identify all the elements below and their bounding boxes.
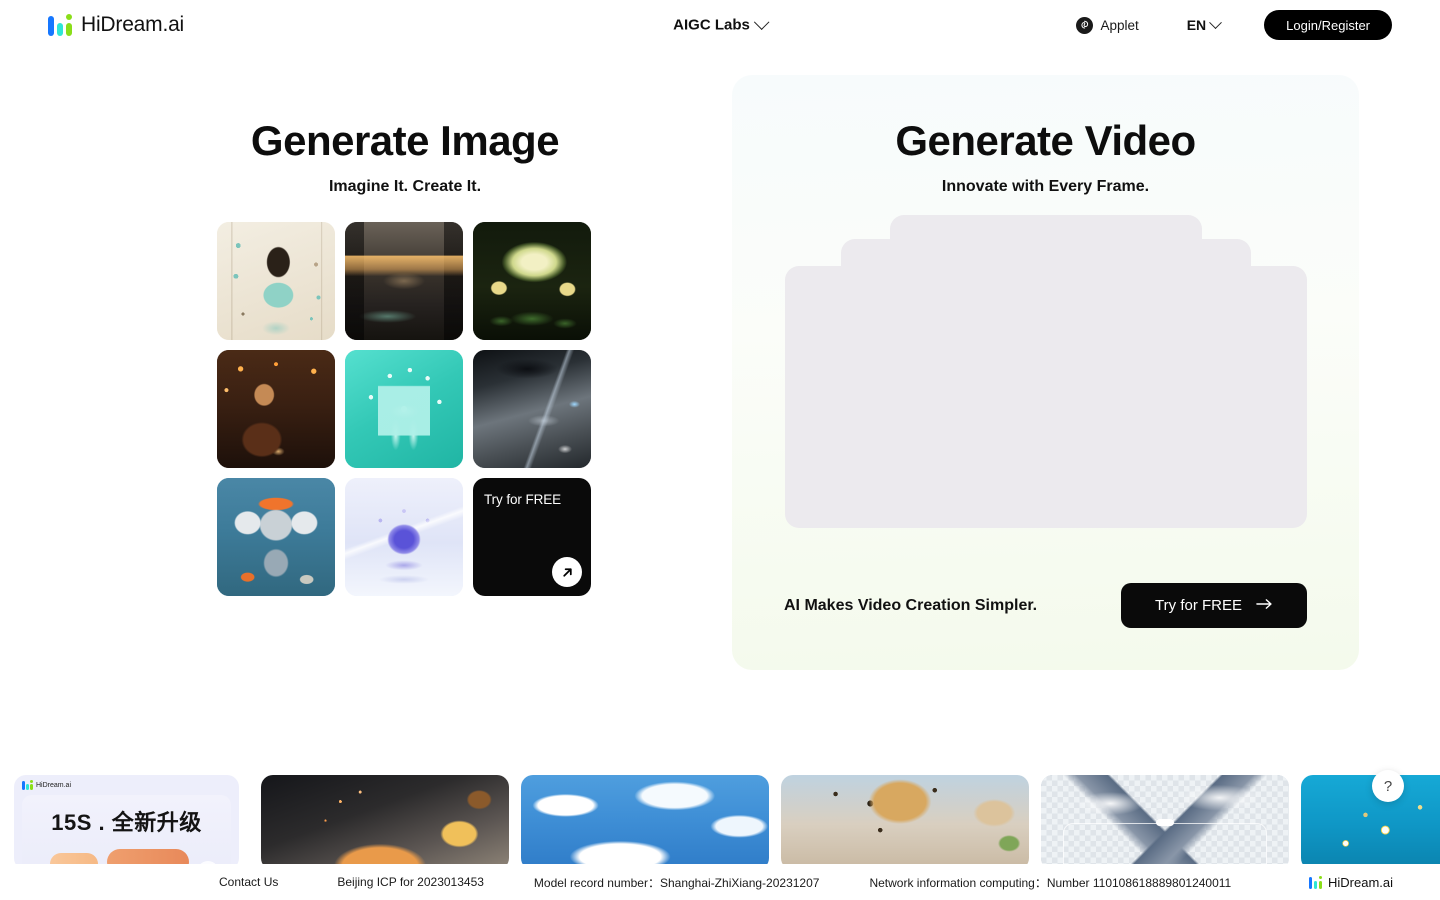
hidream-logo-icon	[1308, 875, 1323, 889]
language-label: EN	[1186, 17, 1207, 33]
generate-image-panel: Generate Image Imagine It. Create It. Tr…	[60, 75, 750, 670]
hidream-logo-icon	[48, 14, 72, 36]
carousel-card-leopard-portrait-artwork[interactable]	[781, 775, 1029, 870]
sample-image-man-in-tavern-portrait[interactable]	[217, 350, 335, 468]
applet-label: Applet	[1100, 17, 1139, 33]
sample-image-glowing-lotus-flower[interactable]	[473, 222, 591, 340]
promo-card-body: 15S . 全新升级	[22, 795, 231, 870]
chevron-down-icon	[1209, 15, 1223, 29]
carousel-artwork-notch	[1156, 819, 1174, 826]
carousel-card-mountain-landscape-artwork[interactable]	[1041, 775, 1289, 870]
generate-video-subtitle: Innovate with Every Frame.	[941, 178, 1150, 195]
arrow-up-right-icon	[552, 557, 582, 587]
carousel-promo-card[interactable]: HiDream.ai 15S . 全新升级	[14, 775, 239, 870]
footer-model-record: Model record number：Shanghai-ZhiXiang-20…	[533, 875, 820, 890]
sample-image-vintage-jewelry-illustration[interactable]	[217, 222, 335, 340]
promo-card-title: 15S . 全新升级	[51, 810, 202, 835]
video-placeholder-stack	[732, 215, 1359, 595]
video-placeholder-card-front	[784, 266, 1307, 528]
footer-contact-us[interactable]: Contact Us	[219, 875, 278, 889]
carousel-artwork	[261, 775, 509, 870]
sample-image-teal-gift-box-with-bow[interactable]	[345, 350, 463, 468]
image-try-for-free-label: Try for FREE	[484, 492, 562, 507]
footer-brand-name: HiDream.ai	[1327, 874, 1393, 890]
login-register-button[interactable]: Login/Register	[1264, 10, 1392, 40]
footer-links: Contact Us Beijing ICP for 2023013453 Mo…	[219, 874, 1231, 891]
video-try-for-free-button[interactable]: Try for FREE	[1121, 583, 1307, 628]
carousel-artwork	[781, 775, 1029, 870]
promo-card-logo: HiDream.ai	[22, 780, 71, 790]
footer-brand: HiDream.ai	[1308, 874, 1393, 890]
hidream-logo-icon	[22, 780, 33, 790]
carousel-artwork	[1301, 775, 1440, 870]
carousel-artwork	[521, 775, 769, 870]
gallery-carousel[interactable]: HiDream.ai 15S . 全新升级	[0, 775, 1440, 870]
footer-network-info: Network information computing：Number 110…	[869, 875, 1232, 890]
video-panel-footer: AI Makes Video Creation Simpler. Try for…	[784, 583, 1307, 628]
sample-image-futuristic-spaceship-interior[interactable]	[473, 350, 591, 468]
promo-card-logo-text: HiDream.ai	[36, 781, 72, 789]
carousel-card-bread-splash-artwork[interactable]	[261, 775, 509, 870]
generate-video-title: Generate Video	[895, 117, 1196, 164]
carousel-card-daisies-blue-water-artwork[interactable]	[1301, 775, 1440, 870]
nav-aigc-labs[interactable]: AIGC Labs	[673, 14, 770, 34]
header-right-group: Applet EN Login/Register	[1076, 10, 1392, 40]
image-try-for-free-tile[interactable]: Try for FREE	[473, 478, 591, 596]
brand-name: HiDream.ai	[81, 13, 185, 36]
applet-swirl-icon	[1076, 16, 1094, 34]
carousel-card-blue-sky-clouds-artwork[interactable]	[521, 775, 769, 870]
nav-aigc-labs-label: AIGC Labs	[673, 16, 750, 34]
applet-button[interactable]: Applet	[1076, 16, 1139, 34]
sample-image-modern-villa-at-dusk[interactable]	[345, 222, 463, 340]
image-sample-grid: Try for FREE	[217, 222, 591, 596]
video-try-for-free-label: Try for FREE	[1155, 597, 1242, 614]
brand-logo[interactable]: HiDream.ai	[48, 13, 184, 37]
carousel-artwork-frame	[1063, 823, 1267, 870]
chevron-down-icon	[753, 14, 770, 30]
generate-video-panel: Generate Video Innovate with Every Frame…	[732, 75, 1359, 670]
video-tagline: AI Makes Video Creation Simpler.	[784, 596, 1038, 614]
language-switcher[interactable]: EN	[1186, 15, 1223, 33]
sample-image-cartoon-elephant-mechanic[interactable]	[217, 478, 335, 596]
sample-image-crystal-crown[interactable]	[345, 478, 463, 596]
footer-icp-record: Beijing ICP for 2023013453	[337, 875, 484, 889]
help-button[interactable]: ?	[1372, 770, 1404, 802]
site-footer: Contact Us Beijing ICP for 2023013453 Mo…	[0, 864, 1440, 900]
arrow-right-icon	[1256, 597, 1273, 614]
generate-image-subtitle: Imagine It. Create It.	[328, 178, 482, 195]
generate-image-title: Generate Image	[250, 117, 560, 164]
site-header: HiDream.ai AIGC Labs Applet EN Login/Reg…	[0, 0, 1440, 50]
